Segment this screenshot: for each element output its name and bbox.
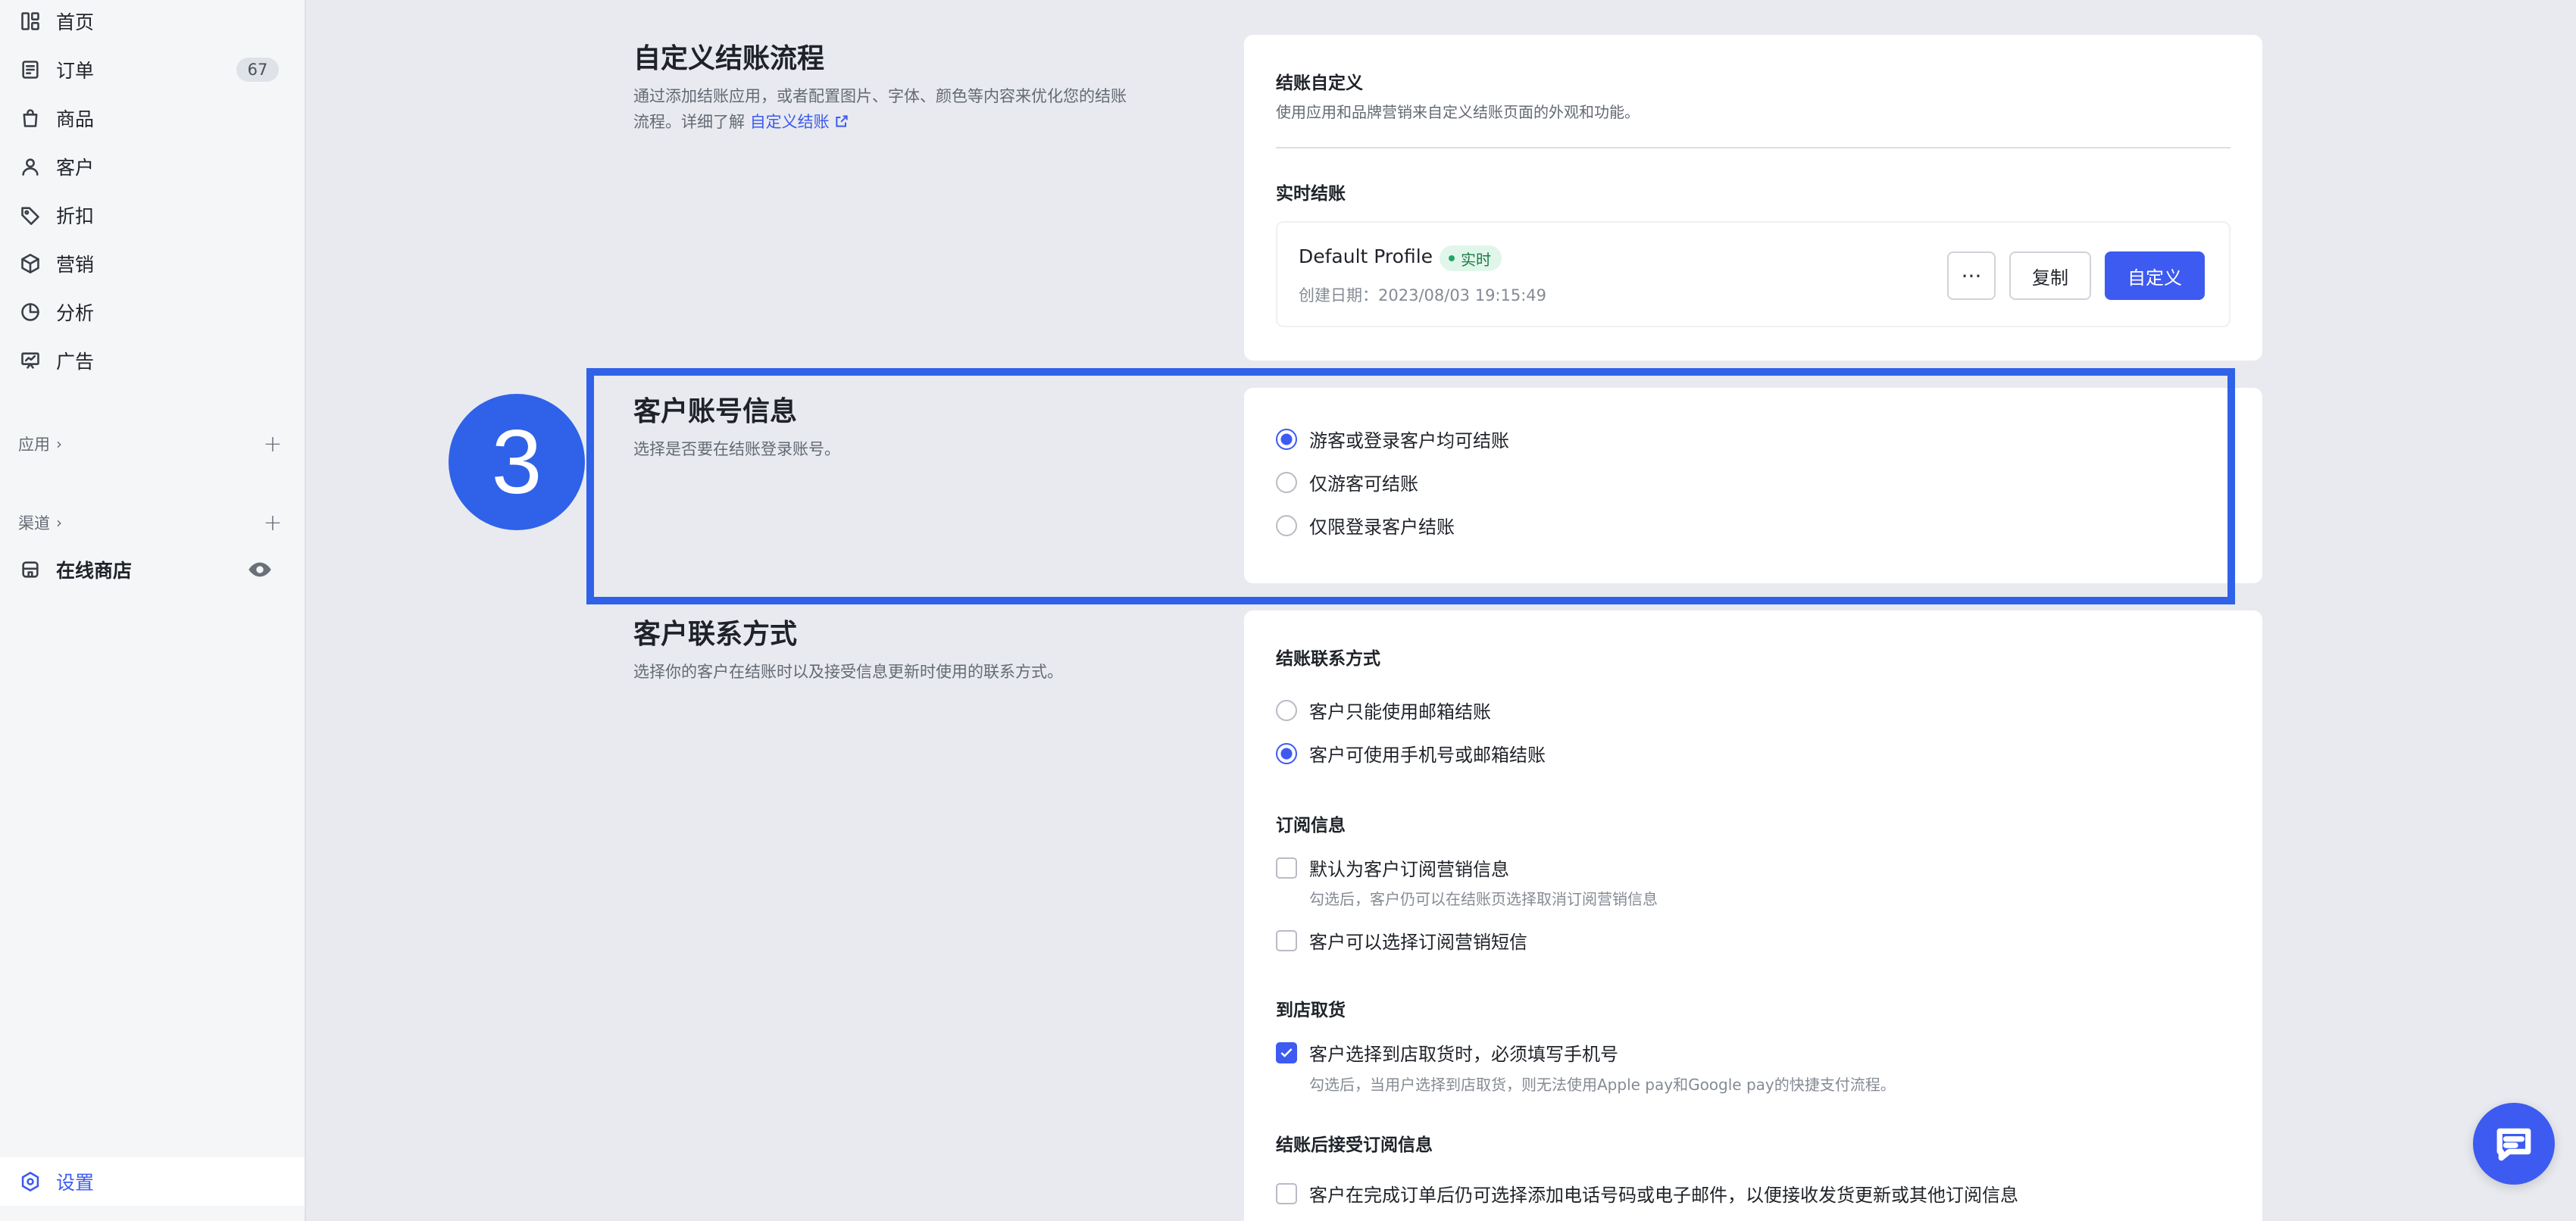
marketing-cube-icon (18, 251, 42, 276)
chevron-right-icon: › (56, 435, 62, 453)
subscribe-sms-checkbox-row[interactable]: 客户可以选择订阅营销短信 (1276, 927, 1527, 954)
add-channel-plus-icon[interactable]: + (259, 509, 286, 536)
sidebar-item-products[interactable]: 商品 (0, 97, 305, 139)
more-actions-button[interactable]: ··· (1947, 251, 1996, 300)
channels-group-header[interactable]: 渠道 › + (18, 507, 286, 538)
sidebar-item-label: 订单 (56, 60, 95, 82)
status-dot-icon (1449, 255, 1455, 261)
subscription-title: 订阅信息 (1276, 816, 1346, 835)
sidebar-item-analytics[interactable]: 分析 (0, 291, 305, 333)
chat-icon (2496, 1128, 2531, 1161)
sidebar-item-customers[interactable]: 客户 (0, 145, 305, 188)
sidebar: 首页 订单 67 商品 客户 折扣 营销 分析 广告 应用 › + 渠道 › + (0, 0, 306, 1221)
sidebar-item-online-store[interactable]: 在线商店 (0, 548, 305, 591)
sidebar-item-ads[interactable]: 广告 (0, 339, 305, 382)
desc-line-2: 流程。详细了解 自定义结账 (633, 109, 1127, 135)
checkout-customize-title: 自定义结账流程 (633, 43, 825, 74)
subscribe-default-checkbox-row[interactable]: 默认为客户订阅营销信息 (1276, 854, 1509, 881)
store-icon (18, 557, 42, 582)
products-icon (18, 106, 42, 130)
contact-option-email-only[interactable]: 客户只能使用邮箱结账 (1276, 697, 1491, 723)
checkbox[interactable] (1276, 857, 1297, 879)
settings-gear-icon (18, 1169, 42, 1194)
sidebar-item-label: 营销 (56, 254, 95, 276)
customer-contact-desc: 选择你的客户在结账时以及接受信息更新时使用的联系方式。 (633, 663, 1063, 681)
chat-support-button[interactable] (2473, 1103, 2555, 1185)
subscribe-default-hint: 勾选后，客户仍可以在结账页选择取消订阅营销信息 (1309, 890, 1658, 908)
customer-icon (18, 155, 42, 179)
step-highlight-box (586, 368, 2235, 604)
sidebar-item-settings[interactable]: 设置 (0, 1157, 305, 1206)
checkbox[interactable] (1276, 929, 1297, 951)
after-checkout-checkbox-row[interactable]: 客户在完成订单后仍可选择添加电话号码或电子邮件，以便接收发货更新或其他订阅信息 (1276, 1180, 2018, 1207)
sidebar-item-label: 商品 (56, 108, 95, 130)
checkbox-checked[interactable] (1276, 1041, 1297, 1063)
pickup-hint: 勾选后，当用户选择到店取货，则无法使用Apple pay和Google pay的… (1309, 1076, 1896, 1094)
apps-label: 应用 (18, 436, 50, 454)
sidebar-item-label: 设置 (56, 1172, 95, 1194)
checkout-customize-desc: 通过添加结账应用，或者配置图片、字体、颜色等内容来优化您的结账 流程。详细了解 … (633, 83, 1127, 135)
sidebar-item-orders[interactable]: 订单 67 (0, 48, 305, 91)
after-checkout-title: 结账后接受订阅信息 (1276, 1135, 1433, 1155)
sidebar-item-discounts[interactable]: 折扣 (0, 194, 305, 236)
external-link-icon (836, 115, 849, 127)
sidebar-item-label: 折扣 (56, 205, 95, 227)
sidebar-item-label: 客户 (56, 157, 95, 179)
channels-label: 渠道 (18, 514, 50, 532)
orders-count-badge: 67 (236, 58, 279, 82)
customize-button[interactable]: 自定义 (2105, 251, 2205, 300)
contact-option-phone-or-email[interactable]: 客户可使用手机号或邮箱结账 (1276, 740, 1546, 767)
checkbox[interactable] (1276, 1182, 1297, 1204)
card-desc: 使用应用和品牌营销来自定义结账页面的外观和功能。 (1276, 103, 1640, 121)
step-number-badge: 3 (449, 394, 585, 530)
apps-group-header[interactable]: 应用 › + (18, 429, 286, 459)
contact-method-title: 结账联系方式 (1276, 649, 1380, 669)
card-title: 结账自定义 (1276, 73, 1363, 93)
customer-contact-card: 结账联系方式 客户只能使用邮箱结账 客户可使用手机号或邮箱结账 订阅信息 默认为… (1244, 610, 2262, 1221)
copy-button[interactable]: 复制 (2009, 251, 2091, 300)
sidebar-item-marketing[interactable]: 营销 (0, 242, 305, 285)
ads-board-icon (18, 348, 42, 373)
pickup-title: 到店取货 (1276, 1001, 1346, 1020)
live-checkout-title: 实时结账 (1276, 184, 1346, 204)
sidebar-item-label: 广告 (56, 351, 95, 373)
sidebar-item-label: 分析 (56, 302, 95, 324)
divider (1276, 147, 2231, 148)
sidebar-item-label: 在线商店 (56, 560, 133, 582)
desc-line-1: 通过添加结账应用，或者配置图片、字体、颜色等内容来优化您的结账 (633, 87, 1127, 105)
radio-button[interactable] (1276, 699, 1297, 721)
checkout-customize-card: 结账自定义 使用应用和品牌营销来自定义结账页面的外观和功能。 实时结账 Defa… (1244, 35, 2262, 361)
default-profile-row: Default Profile 实时 创建日期：2023/08/03 19:15… (1276, 221, 2231, 327)
customize-checkout-link[interactable]: 自定义结账 (750, 113, 830, 131)
radio-button[interactable] (1276, 742, 1297, 764)
pickup-phone-required-row[interactable]: 客户选择到店取货时，必须填写手机号 (1276, 1039, 1618, 1066)
profile-created-date: 创建日期：2023/08/03 19:15:49 (1299, 286, 1547, 304)
sidebar-item-home[interactable]: 首页 (0, 0, 305, 42)
analytics-pie-icon (18, 300, 42, 324)
orders-icon (18, 58, 42, 82)
profile-name: Default Profile (1299, 245, 1433, 267)
chevron-right-icon: › (56, 514, 62, 532)
discount-tag-icon (18, 203, 42, 227)
home-icon (18, 9, 42, 33)
sidebar-item-label: 首页 (56, 11, 95, 33)
live-status-badge: 实时 (1440, 245, 1502, 271)
eye-icon[interactable] (247, 557, 273, 582)
customer-contact-title: 客户联系方式 (633, 619, 798, 650)
add-app-plus-icon[interactable]: + (259, 430, 286, 457)
